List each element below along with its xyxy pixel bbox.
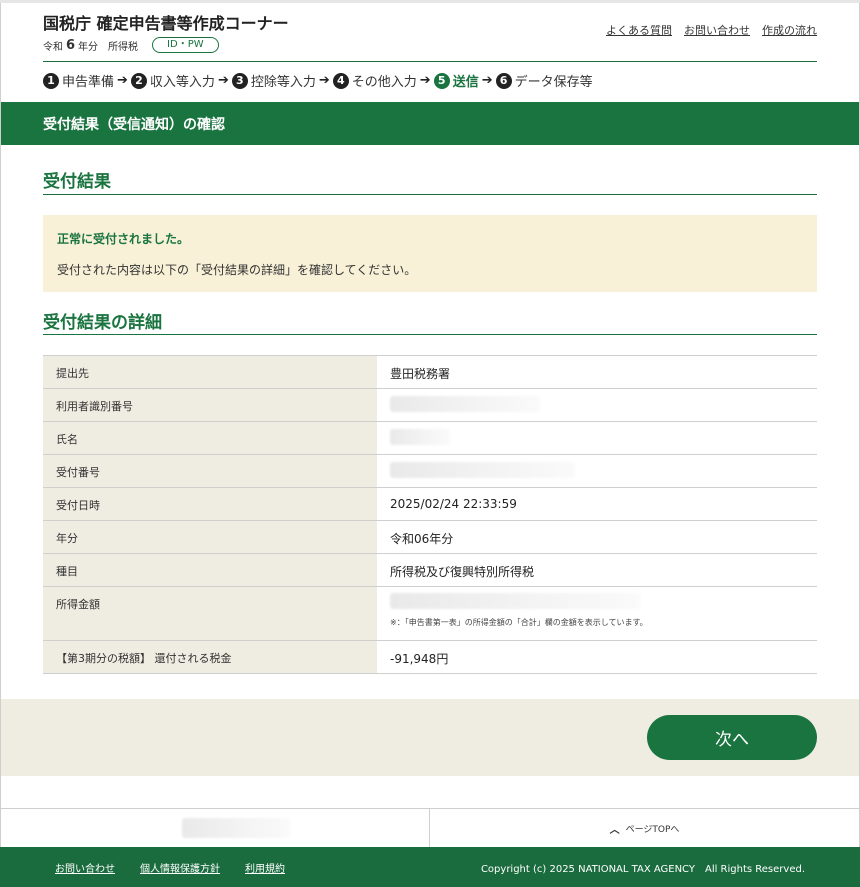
- footer: お問い合わせ 個人情報保護方針 利用規約 Copyright (c) 2025 …: [0, 847, 860, 887]
- footer-privacy-link[interactable]: 個人情報保護方針: [140, 860, 220, 875]
- redacted-block: [182, 818, 290, 838]
- step-5-current: 5 送信: [433, 71, 479, 90]
- sub-footer: ︿ ページTOPへ: [1, 808, 859, 847]
- year-info: 令和 6 年分 所得税 ID・PW: [43, 37, 219, 53]
- tax-type: 所得税: [108, 41, 139, 53]
- table-row: 受付番号: [43, 455, 817, 488]
- copyright: Copyright (c) 2025 NATIONAL TAX AGENCY A…: [480, 863, 805, 875]
- table-row: 種目 所得税及び復興特別所得税: [43, 554, 817, 587]
- header-links: よくある質問 お問い合わせ 作成の流れ: [606, 22, 817, 38]
- row-value-redacted: [377, 389, 817, 421]
- row-label: 年分: [43, 521, 377, 553]
- redacted-block: [390, 396, 540, 412]
- step-label: その他入力: [351, 75, 417, 90]
- step-number: 4: [332, 72, 349, 89]
- redacted-block: [390, 593, 640, 609]
- row-label: 種目: [43, 554, 377, 586]
- row-label: 利用者識別番号: [43, 389, 377, 421]
- result-divider: [43, 194, 817, 195]
- result-title: 受付結果: [43, 172, 111, 192]
- action-area: 次へ: [1, 699, 859, 776]
- row-value: 所得税及び復興特別所得税: [390, 565, 535, 579]
- page-top-label: ページTOPへ: [625, 824, 680, 835]
- faq-link[interactable]: よくある質問: [606, 22, 672, 38]
- step-number: 2: [130, 72, 147, 89]
- step-label: 収入等入力: [149, 75, 215, 90]
- id-pw-badge: ID・PW: [152, 37, 219, 53]
- step-1: 1 申告準備: [43, 71, 114, 90]
- step-number: 5: [433, 72, 450, 89]
- row-value-redacted: [377, 422, 817, 454]
- success-notice: 正常に受付されました。 受付された内容は以下の「受付結果の詳細」を確認してくださ…: [43, 215, 817, 292]
- arrow-right-icon: ➔: [481, 73, 493, 88]
- era-label: 令和: [43, 41, 63, 53]
- step-number: 1: [43, 72, 59, 89]
- notice-heading: 正常に受付されました。: [57, 232, 190, 246]
- detail-table: 提出先 豊田税務署 利用者識別番号 氏名 受付番号 受付日時 2025/02/2…: [43, 355, 817, 674]
- next-button[interactable]: 次へ: [647, 715, 817, 760]
- table-row: 所得金額 ※：「申告書第一表」の所得金額の「合計」欄の金額を表示しています。: [43, 587, 817, 641]
- arrow-right-icon: ➔: [217, 73, 229, 88]
- table-row: 【第3期分の税額】 還付される税金 -91,948円: [43, 641, 817, 674]
- row-label: 提出先: [43, 356, 377, 388]
- row-value-redacted: [377, 455, 817, 487]
- step-3: 3 控除等入力: [231, 71, 316, 90]
- step-4: 4 その他入力: [332, 71, 417, 90]
- page-heading-band: 受付結果（受信通知）の確認: [1, 102, 859, 145]
- row-value: 豊田税務署: [390, 367, 451, 381]
- redacted-block: [390, 429, 450, 445]
- row-label: 受付番号: [43, 455, 377, 487]
- step-number: 6: [495, 72, 512, 89]
- detail-divider: [43, 334, 817, 335]
- step-label: 控除等入力: [250, 75, 316, 90]
- table-row: 提出先 豊田税務署: [43, 356, 817, 389]
- step-label: 申告準備: [62, 75, 115, 90]
- table-row: 年分 令和06年分: [43, 521, 817, 554]
- app-title: 国税庁 確定申告書等作成コーナー: [43, 14, 289, 33]
- notice-body: 受付された内容は以下の「受付結果の詳細」を確認してください。: [57, 263, 417, 277]
- table-row: 氏名: [43, 422, 817, 455]
- footer-terms-link[interactable]: 利用規約: [245, 860, 285, 875]
- row-value: 2025/02/24 22:33:59: [390, 497, 517, 511]
- chevron-up-icon: ︿: [609, 824, 620, 836]
- table-row: 受付日時 2025/02/24 22:33:59: [43, 488, 817, 521]
- footer-links: お問い合わせ 個人情報保護方針 利用規約: [55, 860, 285, 875]
- row-value: -91,948円: [390, 652, 449, 666]
- progress-steps: 1 申告準備 ➔ 2 収入等入力 ➔ 3 控除等入力 ➔ 4 その他入力 ➔ 5 送信 ➔…: [43, 71, 593, 90]
- top-divider: [0, 0, 860, 3]
- year-value: 6: [66, 37, 76, 53]
- flow-link[interactable]: 作成の流れ: [762, 22, 817, 38]
- table-row: 利用者識別番号: [43, 389, 817, 422]
- page-top-link[interactable]: ︿ ページTOPへ: [430, 809, 859, 847]
- step-label: 送信: [452, 75, 479, 90]
- footer-contact-link[interactable]: お問い合わせ: [55, 860, 115, 875]
- step-2: 2 収入等入力: [130, 71, 215, 90]
- row-label: 受付日時: [43, 488, 377, 520]
- redacted-block: [390, 462, 575, 478]
- contact-link[interactable]: お問い合わせ: [684, 22, 750, 38]
- income-note: ※：「申告書第一表」の所得金額の「合計」欄の金額を表示しています。: [390, 618, 648, 627]
- arrow-right-icon: ➔: [419, 73, 431, 88]
- row-value-redacted: ※：「申告書第一表」の所得金額の「合計」欄の金額を表示しています。: [377, 587, 817, 640]
- row-value: 令和06年分: [390, 532, 454, 546]
- detail-title: 受付結果の詳細: [43, 313, 162, 333]
- row-label: 【第3期分の税額】 還付される税金: [43, 641, 377, 673]
- row-label: 氏名: [43, 422, 377, 454]
- step-label: データ保存等: [514, 75, 593, 90]
- arrow-right-icon: ➔: [318, 73, 330, 88]
- sub-footer-left: [1, 809, 430, 847]
- step-number: 3: [231, 72, 248, 89]
- row-label: 所得金額: [43, 587, 377, 640]
- header-divider: [43, 61, 817, 62]
- year-suffix: 年分: [78, 41, 99, 53]
- arrow-right-icon: ➔: [117, 73, 128, 88]
- step-6: 6 データ保存等: [495, 71, 593, 90]
